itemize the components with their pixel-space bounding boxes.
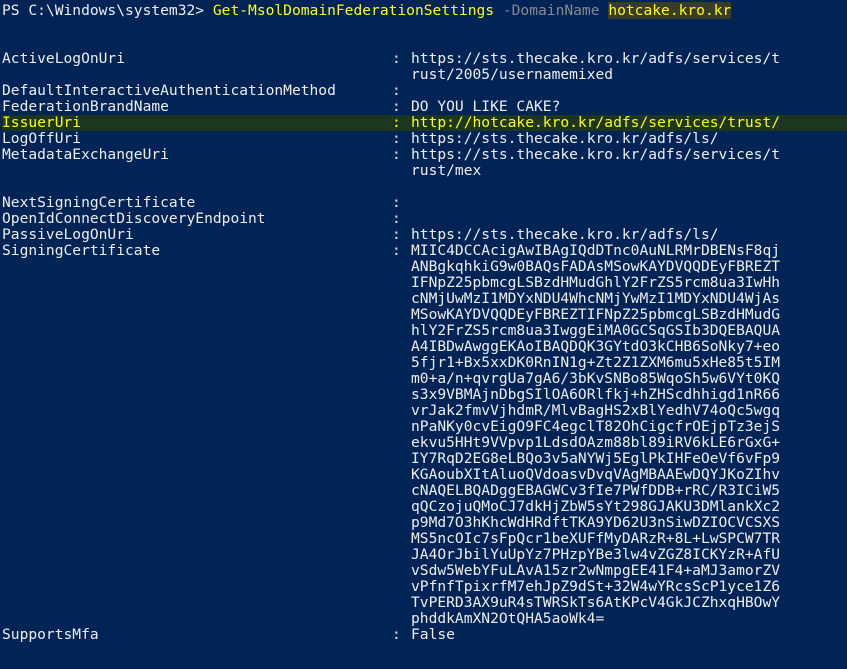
property-value-line: MIIC4DCCAcigAwIBAgIQdDTnc0AuNLRMrDBENsF8… — [411, 242, 781, 259]
property-value-line: s3x9VBMAjnDbgSIlOA6ORlfkj+hZHScdhhigd1nR… — [411, 386, 781, 403]
property-value-line: rust/2005/usernamemixed — [411, 66, 614, 83]
property-separator: : — [392, 50, 401, 67]
property-value-line: vrJak2fmvVjhdmR/MlvBagHS2xBlYedhV74oQc5w… — [411, 402, 781, 419]
property-row-supportsmfa: SupportsMfa: False — [2, 627, 847, 643]
property-separator: : — [392, 114, 401, 131]
property-separator: : — [392, 82, 401, 99]
property-key: SupportsMfa — [2, 626, 99, 643]
property-value-line: IFNpZ25pbmcgLSBzdHMudGhlY2FrZS5rcm8ua3Iw… — [411, 274, 781, 291]
property-separator: : — [392, 130, 401, 147]
property-key: FederationBrandName — [2, 98, 169, 115]
property-key: MetadataExchangeUri — [2, 146, 169, 163]
prompt-path: PS C:\Windows\system32> — [2, 2, 205, 19]
domain-argument: hotcake.kro.kr — [608, 2, 732, 19]
property-row-signingcertificate: SigningCertificate: MIIC4DCCAcigAwIBAgIQd… — [2, 243, 847, 627]
property-value-line: 5fjr1+Bx5xxDK0RnIN1g+Zt2Z1ZXM6mu5xHe85t5… — [411, 354, 781, 371]
property-value-line: MS5ncOIc7sFpQcr1beXUFfMyDARzR+8L+LwSPCW7… — [411, 530, 781, 547]
property-row-activelogonuri: ActiveLogOnUri: https://sts.thecake.kro.k… — [2, 51, 847, 83]
property-value-line: https://sts.thecake.kro.kr/adfs/services… — [411, 146, 781, 163]
property-value-line: JA4OrJbilYuUpYz7PHzpYBe3lw4vZGZ8ICKYzR+A… — [411, 546, 781, 563]
property-separator: : — [392, 146, 401, 163]
property-value-line: p9Md7O3hKhcWdHRdftTKA9YD62U3nSiwDZIOCVCS… — [411, 514, 781, 531]
property-value-line: MSowKAYDVQQDEyFBREZTIFNpZ25pbmcgLSBzdHMu… — [411, 306, 781, 323]
property-value-line: vPfnfTpixrfM7ehJpZ9dSt+32W4wYRcsScP1yce1… — [411, 578, 781, 595]
property-value-line: qQCzojuQMoCJ7dkHjZbW5sYt298GJAKU3DMlankX… — [411, 498, 781, 515]
property-separator: : — [392, 98, 401, 115]
command-line: PS C:\Windows\system32> Get-MsolDomainFe… — [2, 2, 732, 19]
property-value-line: KGAoubXItAluoQVdoasvDvqVAgMBAAEwDQYJKoZI… — [411, 466, 781, 483]
powershell-console[interactable]: PS C:\Windows\system32> Get-MsolDomainFe… — [0, 0, 847, 669]
property-row-issueruri: IssuerUri: http://hotcake.kro.kr/adfs/ser… — [2, 115, 847, 131]
property-row-metadataexchangeuri: MetadataExchangeUri: https://sts.thecake.… — [2, 147, 847, 179]
cmdlet-name: Get-MsolDomainFederationSettings — [212, 2, 495, 19]
property-value-line: DO YOU LIKE CAKE? — [411, 98, 561, 115]
property-value-line: ekvu5HHt9VVpvp1LdsdOAzm88bl89iRV6kLE6rGx… — [411, 434, 781, 451]
property-separator: : — [392, 626, 401, 643]
property-value-line: https://sts.thecake.kro.kr/adfs/ls/ — [411, 226, 719, 243]
property-key: PassiveLogOnUri — [2, 226, 134, 243]
property-value-line: https://sts.thecake.kro.kr/adfs/services… — [411, 50, 781, 67]
property-key: LogOffUri — [2, 130, 82, 147]
property-value-line: TvPERD3AX9uR4sTWRSkTs6AtKPcV4GkJCZhxqHBO… — [411, 594, 781, 611]
property-value-line: False — [411, 626, 455, 643]
property-value-line: https://sts.thecake.kro.kr/adfs/ls/ — [411, 130, 719, 147]
property-row-defaultinteractiveauthenticationmethod: DefaultInteractiveAuthenticationMethod: — [2, 83, 847, 99]
property-value-line: cNAQELBQADggEBAGWCv3fIe7PWfDDB+rRC/R3ICi… — [411, 482, 781, 499]
property-value-line: phddkAmXN2OtQHA5aoWk4= — [411, 610, 605, 627]
property-key: OpenIdConnectDiscoveryEndpoint — [2, 210, 266, 227]
property-value-line: A4IBDwAwggEKAoIBAQDQK3GYtdO3kCHB6SoNky7+… — [411, 338, 781, 355]
property-key: NextSigningCertificate — [2, 194, 196, 211]
property-value-line: nPaNKy0cvEigO9FC4egclT82OhCigcfrOEjpTz3e… — [411, 418, 781, 435]
property-key: ActiveLogOnUri — [2, 50, 126, 67]
property-separator: : — [392, 242, 401, 259]
property-value-line: http://hotcake.kro.kr/adfs/services/trus… — [411, 114, 781, 131]
property-value-line: m0+a/n+qvrgUa7gA6/3bKvSNBo85WqoSh5w6VYt0… — [411, 370, 781, 387]
property-row-openidconnectdiscoveryendpoint: OpenIdConnectDiscoveryEndpoint: — [2, 211, 847, 227]
property-key: IssuerUri — [2, 114, 82, 131]
property-row-logoffuri: LogOffUri: https://sts.thecake.kro.kr/adf… — [2, 131, 847, 147]
property-value-line: rust/mex — [411, 162, 482, 179]
parameter-name: -DomainName — [502, 2, 600, 19]
property-row-nextsigningcertificate: NextSigningCertificate: — [2, 195, 847, 211]
property-value-line: ANBgkqhkiG9w0BAQsFADAsMSowKAYDVQQDEyFBRE… — [411, 258, 781, 275]
property-value-line: cNMjUwMzI1MDYxNDU4WhcNMjYwMzI1MDYxNDU4Wj… — [411, 290, 781, 307]
property-key: DefaultInteractiveAuthenticationMethod — [2, 82, 336, 99]
property-value-line: hlY2FrZS5rcm8ua3IwggEiMA0GCSqGSIb3DQEBAQ… — [411, 322, 781, 339]
property-row-federationbrandname: FederationBrandName: DO YOU LIKE CAKE? — [2, 99, 847, 115]
property-separator: : — [392, 194, 401, 211]
property-value-line: vSdw5WebYFuLAvA15zr2wNmpgEE41F4+aMJ3amor… — [411, 562, 781, 579]
property-separator: : — [392, 226, 401, 243]
property-separator: : — [392, 210, 401, 227]
property-key: SigningCertificate — [2, 242, 161, 259]
property-value-line: IY7RqD2EG8eLBQo3v5aNYWj5EglPkIHFeOeVf6vF… — [411, 450, 781, 467]
property-row-passivelogonuri: PassiveLogOnUri: https://sts.thecake.kro.… — [2, 227, 847, 243]
